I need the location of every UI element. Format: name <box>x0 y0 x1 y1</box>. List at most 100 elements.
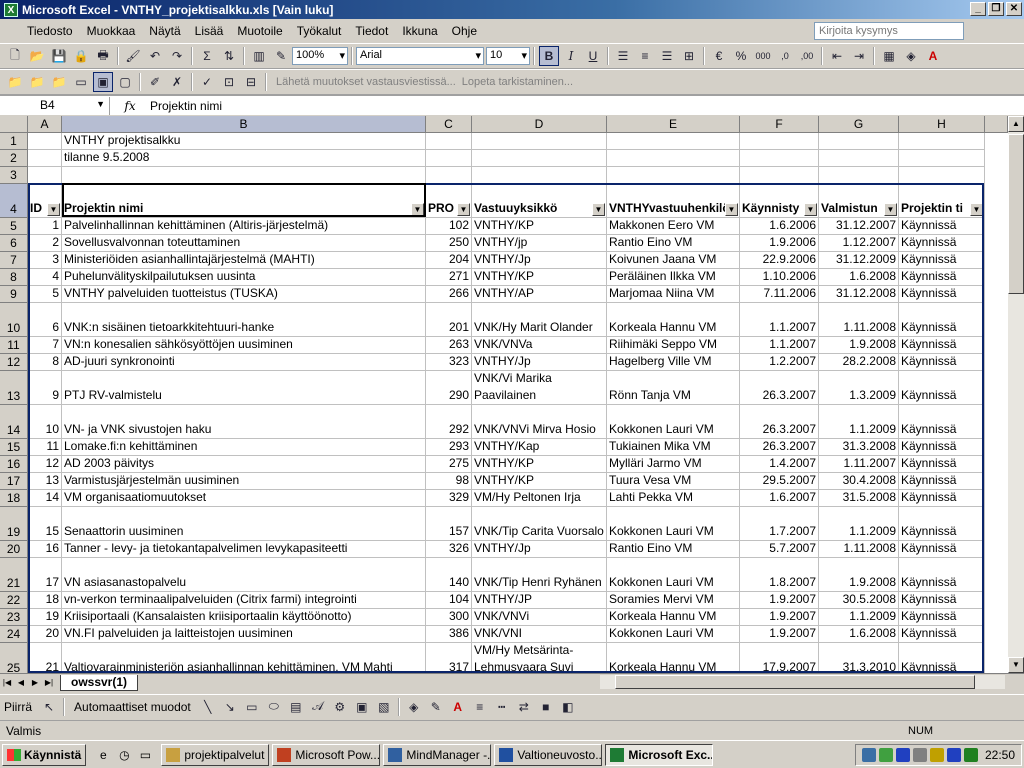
end-date-cell[interactable]: 31.12.2007 <box>819 218 899 235</box>
row-header[interactable]: 3 <box>0 167 28 184</box>
id-cell[interactable]: 20 <box>28 626 62 643</box>
italic-button[interactable]: I <box>561 46 581 66</box>
column-header-e[interactable]: E <box>607 116 740 133</box>
unit-cell[interactable]: VNTHY/Jp <box>472 354 607 371</box>
end-date-cell[interactable]: 1.9.2008 <box>819 337 899 354</box>
fill-color-draw-icon[interactable]: ◈ <box>404 697 424 717</box>
unit-cell[interactable]: VNK/VNI <box>472 626 607 643</box>
pro-cell[interactable]: 250 <box>426 235 472 252</box>
select-objects-icon[interactable]: ↖ <box>39 697 59 717</box>
header-cell[interactable]: Valmistun ▼ <box>819 184 899 218</box>
underline-button[interactable]: U <box>583 46 603 66</box>
first-sheet-button[interactable]: |◀ <box>0 676 14 690</box>
unit-cell[interactable]: VNTHY/Jp <box>472 252 607 269</box>
end-date-cell[interactable]: 1.11.2008 <box>819 303 899 337</box>
cell[interactable] <box>899 167 985 184</box>
shadow-icon[interactable]: ■ <box>536 697 556 717</box>
start-date-cell[interactable]: 17.9.2007 <box>740 643 819 673</box>
end-date-cell[interactable]: 31.3.2010 <box>819 643 899 673</box>
row-header[interactable]: 17 <box>0 473 28 490</box>
start-date-cell[interactable]: 5.7.2007 <box>740 541 819 558</box>
autofilter-dropdown[interactable]: ▼ <box>457 203 470 216</box>
unit-cell[interactable]: VNTHY/JP <box>472 592 607 609</box>
select-all-corner[interactable] <box>0 116 28 133</box>
project-name-cell[interactable]: Kriisiportaali (Kansalaisten kriisiporta… <box>62 609 426 626</box>
unit-cell[interactable]: VNTHY/jp <box>472 235 607 252</box>
cell[interactable] <box>472 133 607 150</box>
cell[interactable] <box>607 150 740 167</box>
project-name-cell[interactable]: Lomake.fi:n kehittäminen <box>62 439 426 456</box>
formula-input[interactable]: Projektin nimi <box>150 99 222 113</box>
end-date-cell[interactable]: 1.1.2009 <box>819 405 899 439</box>
unit-cell[interactable]: VM/Hy Metsärinta-Lehmusvaara Suvi <box>472 643 607 673</box>
person-cell[interactable]: Makkonen Eero VM <box>607 218 740 235</box>
person-cell[interactable]: Kokkonen Lauri VM <box>607 558 740 592</box>
start-date-cell[interactable]: 26.3.2007 <box>740 439 819 456</box>
send-changes-link[interactable]: Lähetä muutokset vastausviestissä... <box>276 76 456 88</box>
start-date-cell[interactable]: 1.6.2007 <box>740 490 819 507</box>
cell[interactable] <box>426 133 472 150</box>
end-date-cell[interactable]: 30.4.2008 <box>819 473 899 490</box>
end-date-cell[interactable]: 1.12.2007 <box>819 235 899 252</box>
unit-cell[interactable]: VNK/Hy Marit Olander <box>472 303 607 337</box>
status-cell[interactable]: Käynnissä <box>899 439 985 456</box>
project-name-cell[interactable]: VN asiasanastopalvelu <box>62 558 426 592</box>
pro-cell[interactable]: 157 <box>426 507 472 541</box>
unit-cell[interactable]: VNK/VNVi <box>472 609 607 626</box>
column-header-g[interactable]: G <box>819 116 899 133</box>
pro-cell[interactable]: 275 <box>426 456 472 473</box>
status-cell[interactable]: Käynnissä <box>899 303 985 337</box>
id-cell[interactable]: 17 <box>28 558 62 592</box>
taskbar-item-excel[interactable]: Microsoft Exc... <box>605 743 714 766</box>
cell[interactable] <box>740 150 819 167</box>
delete-comment-icon[interactable]: ✗ <box>167 72 187 92</box>
end-date-cell[interactable]: 28.2.2008 <box>819 354 899 371</box>
start-date-cell[interactable]: 1.9.2007 <box>740 626 819 643</box>
cell[interactable] <box>62 167 426 184</box>
sheet-tab-owssvr[interactable]: owssvr(1) <box>60 674 139 691</box>
3d-icon[interactable]: ◧ <box>558 697 578 717</box>
bold-button[interactable]: B <box>539 46 559 66</box>
cell[interactable] <box>819 133 899 150</box>
project-name-cell[interactable]: Palvelinhallinnan kehittäminen (Altiris-… <box>62 218 426 235</box>
status-cell[interactable]: Käynnissä <box>899 337 985 354</box>
status-cell[interactable]: Käynnissä <box>899 371 985 405</box>
id-cell[interactable]: 16 <box>28 541 62 558</box>
new-icon[interactable]: 🗋 <box>5 46 25 66</box>
end-date-cell[interactable]: 31.3.2008 <box>819 439 899 456</box>
last-sheet-button[interactable]: ▶| <box>42 676 56 690</box>
id-cell[interactable]: 5 <box>28 286 62 303</box>
align-right-icon[interactable]: ☰ <box>657 46 677 66</box>
track-changes-icon[interactable]: ✓ <box>197 72 217 92</box>
end-date-cell[interactable]: 31.12.2008 <box>819 286 899 303</box>
wordart-icon[interactable]: 𝒜 <box>308 697 328 717</box>
cell[interactable] <box>607 133 740 150</box>
person-cell[interactable]: Tukiainen Mika VM <box>607 439 740 456</box>
unit-cell[interactable]: VNTHY/KP <box>472 218 607 235</box>
merge-center-icon[interactable]: ⊞ <box>679 46 699 66</box>
fill-color-icon[interactable]: ◈ <box>901 46 921 66</box>
pro-cell[interactable]: 140 <box>426 558 472 592</box>
id-cell[interactable]: 8 <box>28 354 62 371</box>
sort-icon[interactable]: ⇅ <box>219 46 239 66</box>
borders-icon[interactable]: ▦ <box>879 46 899 66</box>
menu-lisaa[interactable]: Lisää <box>188 24 231 38</box>
person-cell[interactable]: Tuura Vesa VM <box>607 473 740 490</box>
status-cell[interactable]: Käynnissä <box>899 592 985 609</box>
row-header[interactable]: 18 <box>0 490 28 507</box>
horizontal-scroll-thumb[interactable] <box>615 675 975 689</box>
increase-decimal-icon[interactable]: ,0 <box>775 46 795 66</box>
unit-cell[interactable]: VNTHY/Jp <box>472 541 607 558</box>
row-header[interactable]: 5 <box>0 218 28 235</box>
autoshapes-button[interactable]: Automaattiset muodot <box>74 700 191 714</box>
pro-cell[interactable]: 326 <box>426 541 472 558</box>
project-name-cell[interactable]: Tanner - levy- ja tietokantapalvelimen l… <box>62 541 426 558</box>
cell[interactable] <box>899 133 985 150</box>
cell[interactable] <box>899 150 985 167</box>
cell[interactable] <box>819 167 899 184</box>
header-cell[interactable]: VNTHYvastuuhenkilö ▼ <box>607 184 740 218</box>
align-center-icon[interactable]: ≡ <box>635 46 655 66</box>
project-name-cell[interactable]: Senaattorin uusiminen <box>62 507 426 541</box>
tray-icon[interactable] <box>963 748 978 762</box>
id-cell[interactable]: 14 <box>28 490 62 507</box>
